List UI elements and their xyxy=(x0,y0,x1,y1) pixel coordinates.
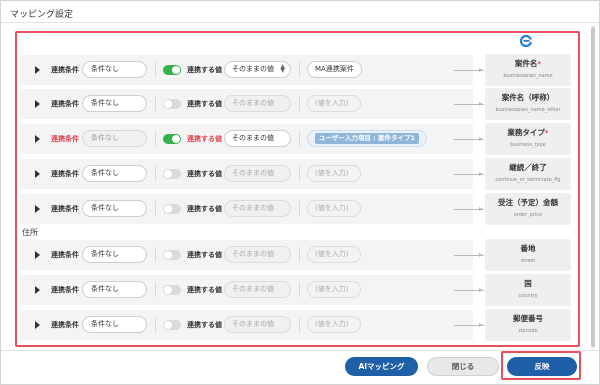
scrollbar[interactable] xyxy=(591,25,595,349)
ai-mapping-button[interactable]: AIマッピング xyxy=(345,357,418,376)
close-button[interactable]: 閉じる xyxy=(427,357,499,376)
mapping-dialog: マッピング設定 住所 連携条件 条件なし 連携する値 そのままの値 ▲ ▼ MA連携案件 案件… xyxy=(0,0,600,385)
highlight-apply-button xyxy=(501,351,581,380)
dialog-title: マッピング設定 xyxy=(10,10,74,20)
highlight-mapping-area xyxy=(15,31,580,347)
title-divider xyxy=(1,22,599,23)
scrollbar-thumb[interactable] xyxy=(591,27,595,347)
